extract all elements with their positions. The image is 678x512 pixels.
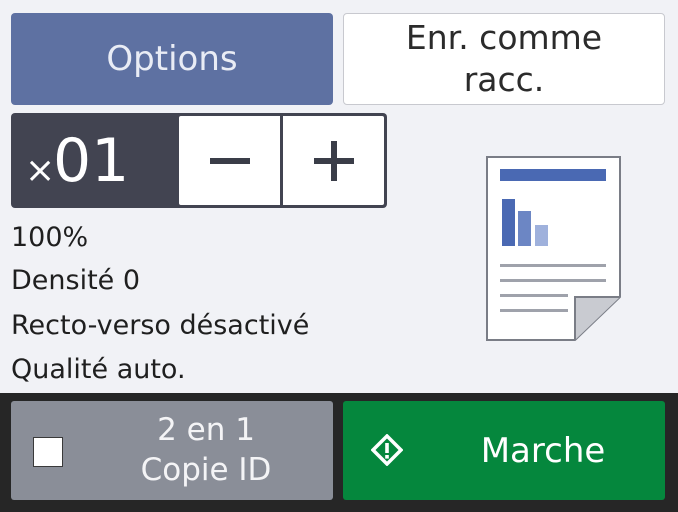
id-copy-checkbox[interactable] xyxy=(33,437,63,467)
copies-count-display: × 01 xyxy=(11,113,179,208)
save-as-shortcut-label-line2: racc. xyxy=(463,60,545,99)
start-button[interactable]: Marche xyxy=(343,401,665,500)
options-button-label: Options xyxy=(106,39,238,79)
quality-setting: Qualité auto. xyxy=(11,354,186,385)
zoom-setting: 100% xyxy=(11,222,89,253)
save-as-shortcut-button[interactable]: Enr. comme racc. xyxy=(343,13,665,105)
plus-icon xyxy=(313,140,354,181)
copies-stepper: × 01 xyxy=(11,113,387,208)
document-preview-icon xyxy=(486,156,621,341)
id-copy-label: 2 en 1 Copie ID xyxy=(91,410,321,490)
save-as-shortcut-label: Enr. comme racc. xyxy=(406,17,602,101)
minus-icon xyxy=(209,157,250,164)
duplex-setting: Recto-verso désactivé xyxy=(11,310,310,341)
copies-count-value: 01 xyxy=(53,126,130,196)
save-as-shortcut-label-line1: Enr. comme xyxy=(405,18,603,57)
options-button[interactable]: Options xyxy=(11,13,333,105)
density-setting: Densité 0 xyxy=(11,265,141,296)
increase-copies-button[interactable] xyxy=(283,116,384,205)
start-button-label: Marche xyxy=(480,431,606,471)
decrease-copies-button[interactable] xyxy=(179,116,280,205)
id-copy-2in1-button[interactable]: 2 en 1 Copie ID xyxy=(11,401,333,500)
id-copy-label-line1: 2 en 1 xyxy=(157,412,255,448)
id-copy-label-line2: Copie ID xyxy=(140,452,272,488)
copies-multiplier: × xyxy=(25,150,56,191)
diamond-start-icon xyxy=(370,433,404,467)
